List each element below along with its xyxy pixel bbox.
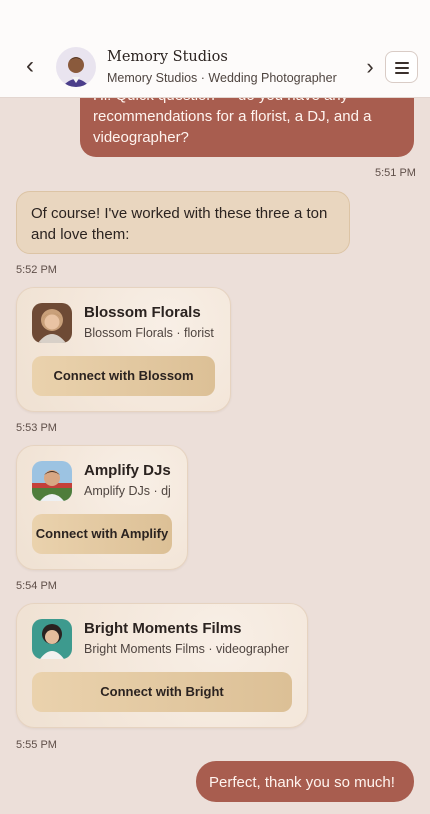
vendor-name: Memory Studios — [107, 49, 228, 65]
vendor-card-blossom-florals: Blossom Florals Blossom Florals · floris… — [16, 287, 231, 412]
chevron-right-icon[interactable]: › — [362, 56, 378, 80]
vendor-photo — [32, 619, 72, 659]
vendor-subtitle: Blossom Florals · florist — [84, 326, 214, 340]
message-incoming: Of course! I've worked with these three … — [16, 191, 350, 254]
vendor-photo — [32, 461, 72, 501]
chat-header: ‹ Memory Studios Memory Studios · Weddin… — [0, 0, 430, 98]
menu-button[interactable] — [385, 51, 418, 83]
chevron-left-icon[interactable]: ‹ — [20, 54, 40, 80]
message-timestamp: 5:53 PM — [16, 422, 57, 434]
chat-thread: Hi! Quick question — do you have any rec… — [0, 0, 430, 814]
message-text: Perfect, thank you so much! — [209, 774, 395, 791]
connect-button[interactable]: Connect with Blossom — [32, 356, 215, 396]
vendor-photo — [32, 303, 72, 343]
connect-button[interactable]: Connect with Bright — [32, 672, 292, 712]
vendor-card-bright-moments-films: Bright Moments Films Bright Moments Film… — [16, 603, 308, 728]
vendor-subtitle: Amplify DJs · dj — [84, 484, 171, 498]
message-timestamp: 5:55 PM — [16, 739, 57, 751]
message-text: Of course! I've worked with these three … — [31, 205, 328, 243]
connect-button[interactable]: Connect with Amplify — [32, 514, 172, 554]
message-timestamp: 5:51 PM — [375, 167, 416, 179]
vendor-card-amplify-djs: Amplify DJs Amplify DJs · dj Connect wit… — [16, 445, 188, 570]
vendor-name: Blossom Florals — [84, 304, 201, 321]
vendor-name: Amplify DJs — [84, 462, 171, 479]
avatar[interactable] — [56, 47, 96, 87]
message-timestamp: 5:54 PM — [16, 580, 57, 592]
message-timestamp: 5:52 PM — [16, 264, 57, 276]
vendor-name: Bright Moments Films — [84, 620, 242, 637]
vendor-subtitle: Memory Studios · Wedding Photographer — [107, 71, 337, 85]
vendor-subtitle: Bright Moments Films · videographer — [84, 642, 289, 656]
message-outgoing: Perfect, thank you so much! — [196, 761, 414, 802]
